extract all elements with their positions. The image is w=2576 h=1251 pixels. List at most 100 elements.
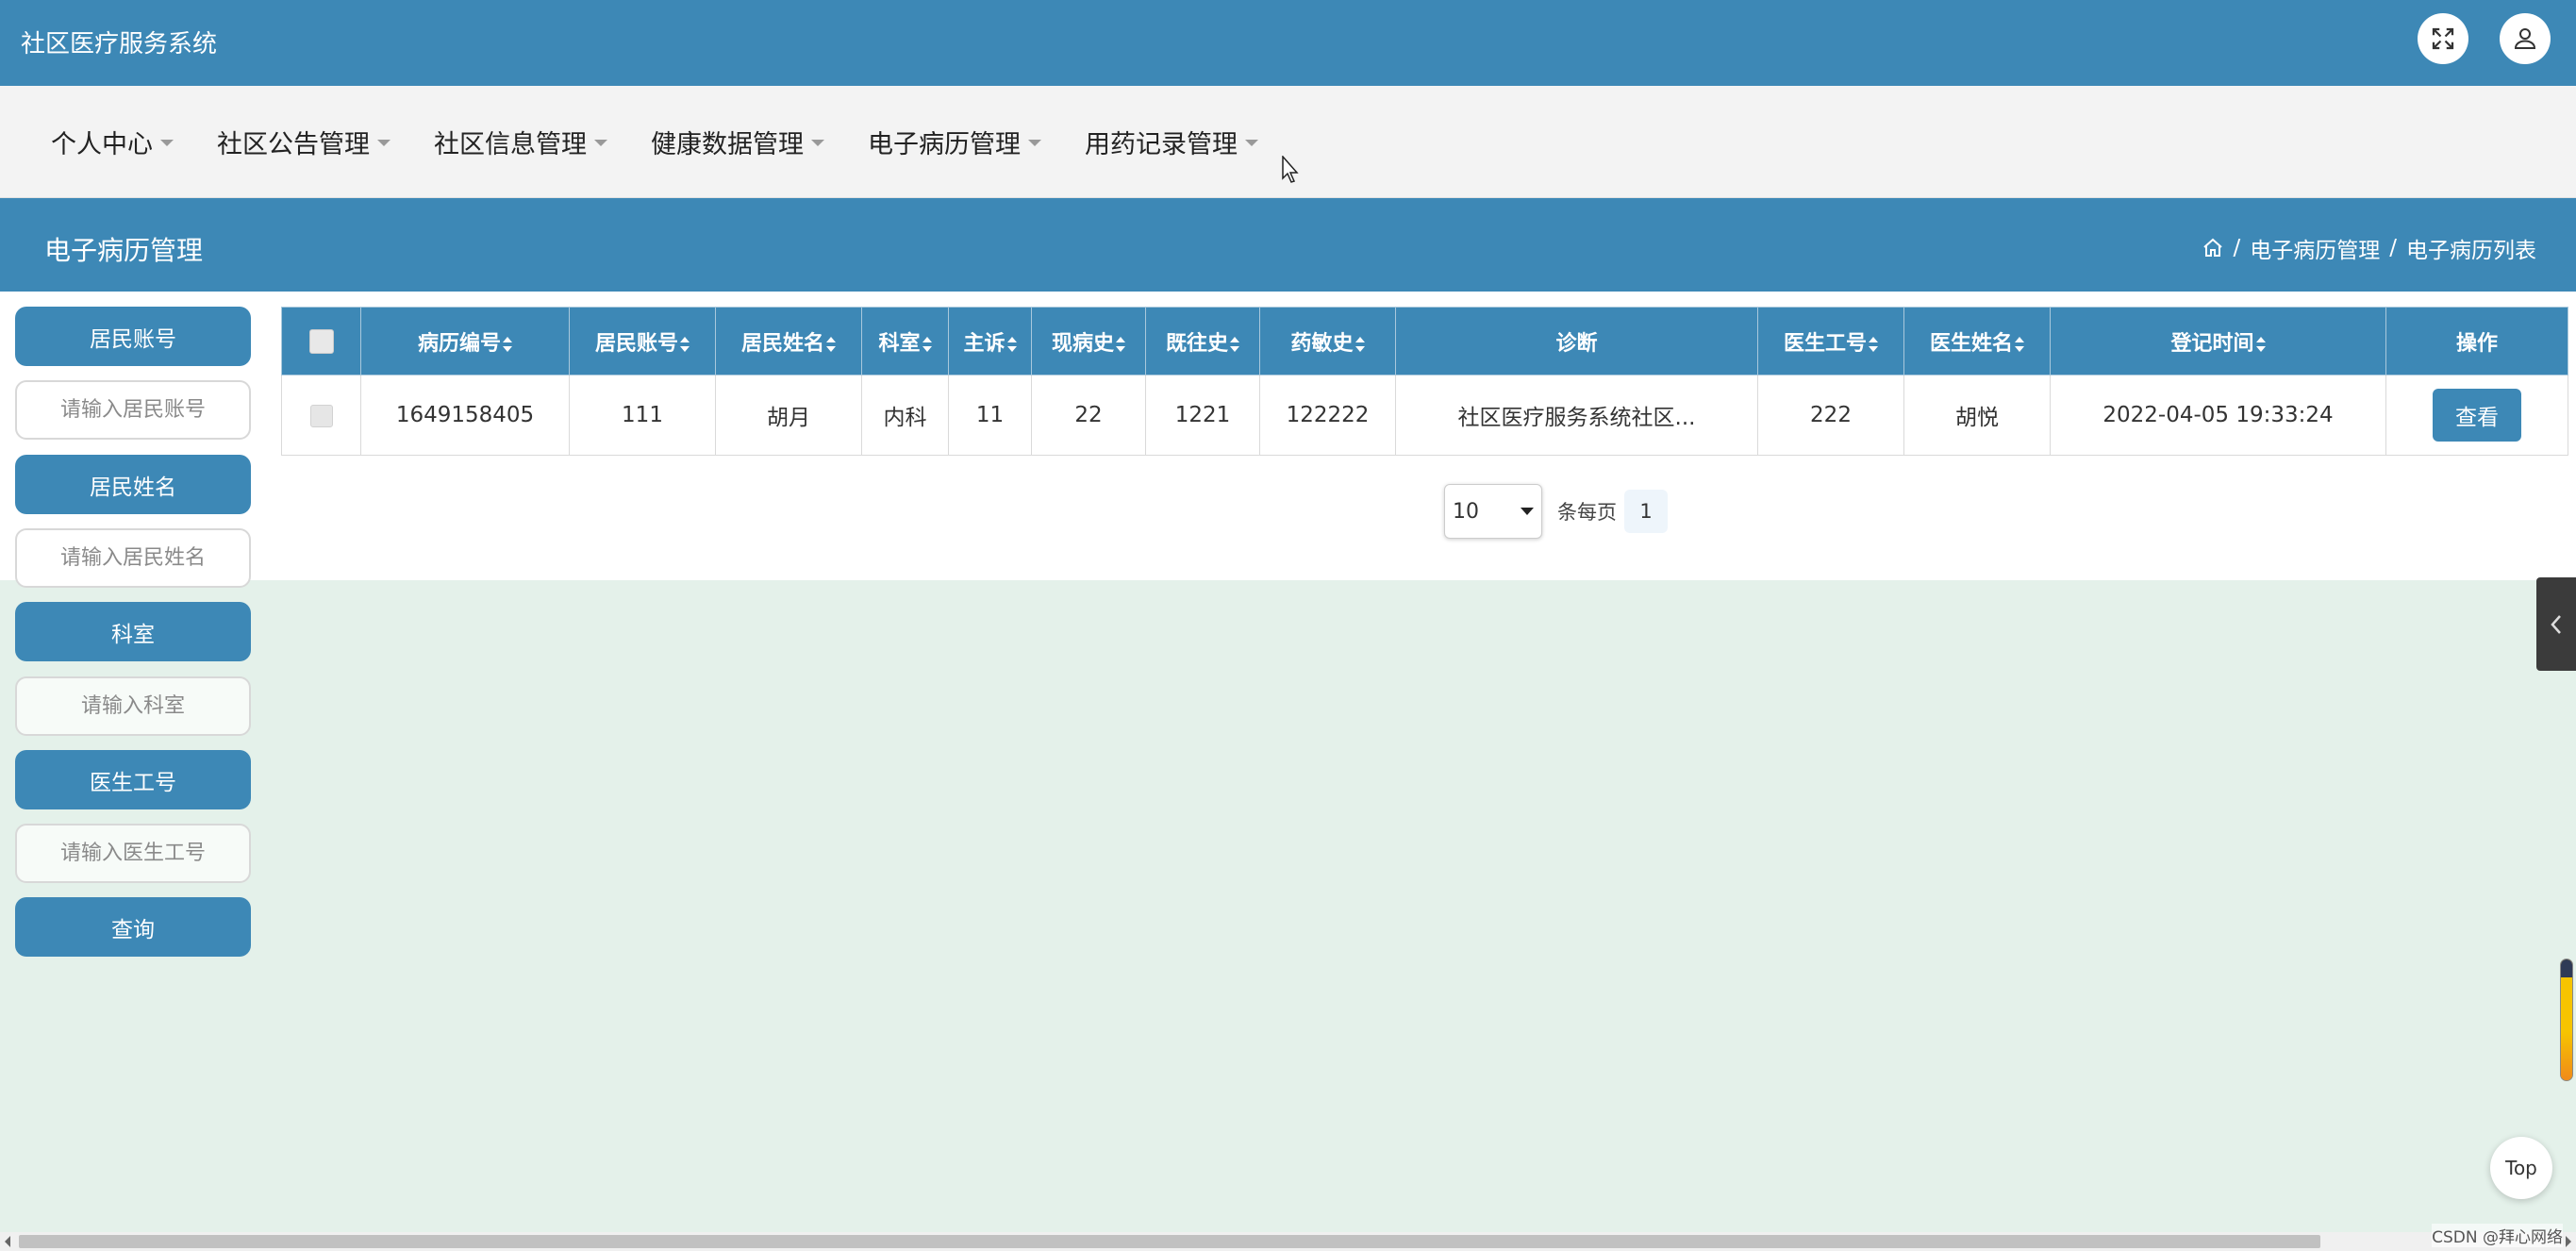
user-button[interactable]: [2500, 13, 2551, 64]
sort-icon[interactable]: [1869, 336, 1878, 352]
fullscreen-button[interactable]: [2418, 13, 2468, 64]
table-row: 1649158405 111 胡月 内科 11 22 1221 122222 社…: [281, 375, 2568, 456]
cell-present-history: 22: [1031, 375, 1146, 456]
column-header-actions: 操作: [2385, 307, 2568, 375]
nav-item-community-info[interactable]: 社区信息管理: [434, 124, 607, 160]
column-header-doctor-id[interactable]: 医生工号: [1757, 307, 1904, 375]
nav-item-health-data[interactable]: 健康数据管理: [651, 124, 824, 160]
cell-past-history: 1221: [1145, 375, 1260, 456]
scroll-left-arrow-icon[interactable]: [5, 1236, 10, 1247]
resident-account-input[interactable]: [15, 380, 251, 440]
breadcrumb-item-current: 电子病历列表: [2406, 239, 2536, 263]
caret-down-icon: [594, 140, 607, 146]
cell-allergy-history: 122222: [1259, 375, 1396, 456]
view-button[interactable]: 查看: [2433, 389, 2521, 442]
user-icon: [2514, 28, 2536, 49]
sort-icon[interactable]: [2015, 336, 2024, 352]
progress-fill: [2561, 959, 2572, 978]
column-header-past-history[interactable]: 既往史: [1145, 307, 1260, 375]
cell-register-time: 2022-04-05 19:33:24: [2050, 375, 2386, 456]
horizontal-scrollbar[interactable]: [0, 1232, 2576, 1251]
caret-down-icon: [1245, 140, 1258, 146]
nav-item-personal-center[interactable]: 个人中心: [51, 124, 174, 160]
select-all-cell: [281, 307, 361, 375]
cell-department: 内科: [861, 375, 949, 456]
page-number-button[interactable]: 1: [1624, 490, 1668, 533]
sort-icon[interactable]: [503, 336, 512, 352]
breadcrumb-separator: /: [2233, 236, 2241, 260]
home-icon[interactable]: [2202, 237, 2224, 259]
sort-icon[interactable]: [1006, 336, 1017, 352]
app-title: 社区医疗服务系统: [21, 30, 218, 58]
column-header-resident-account[interactable]: 居民账号: [569, 307, 716, 375]
nav-item-medication-records[interactable]: 用药记录管理: [1085, 124, 1258, 160]
per-page-label: 条每页: [1557, 501, 1617, 524]
search-button[interactable]: 查询: [15, 897, 251, 957]
cell-chief-complaint: 11: [948, 375, 1032, 456]
sort-icon[interactable]: [680, 336, 690, 352]
nav-item-label: 用药记录管理: [1085, 130, 1238, 159]
nav-item-medical-records[interactable]: 电子病历管理: [868, 124, 1041, 160]
chevron-left-icon: [2551, 614, 2561, 634]
row-checkbox[interactable]: [309, 404, 333, 427]
doctor-id-input[interactable]: [15, 824, 251, 883]
cell-doctor-name: 胡悦: [1903, 375, 2051, 456]
scroll-progress-indicator: [2560, 959, 2573, 1081]
sort-icon[interactable]: [1354, 336, 1365, 352]
back-to-top-button[interactable]: Top: [2490, 1137, 2552, 1199]
table-header-row: 病历编号 居民账号 居民姓名 科室 主诉 现病史 既往史 药敏史 诊断 医生工号…: [281, 307, 2568, 375]
nav-item-label: 个人中心: [51, 130, 153, 159]
caret-down-icon: [1028, 140, 1041, 146]
scrollbar-thumb[interactable]: [19, 1235, 2320, 1248]
scroll-right-arrow-icon[interactable]: [2566, 1236, 2571, 1247]
department-input[interactable]: [15, 676, 251, 736]
column-header-allergy-history[interactable]: 药敏史: [1259, 307, 1396, 375]
page-title: 电子病历管理: [44, 235, 204, 266]
column-header-record-no[interactable]: 病历编号: [360, 307, 570, 375]
records-table: 病历编号 居民账号 居民姓名 科室 主诉 现病史 既往史 药敏史 诊断 医生工号…: [281, 307, 2568, 456]
resident-account-label: 居民账号: [15, 307, 251, 366]
column-header-chief-complaint[interactable]: 主诉: [948, 307, 1032, 375]
page-size-value: 10: [1453, 499, 1479, 524]
column-header-doctor-name[interactable]: 医生姓名: [1903, 307, 2051, 375]
cell-actions: 查看: [2385, 375, 2568, 456]
cell-record-no: 1649158405: [360, 375, 570, 456]
caret-down-icon: [377, 140, 391, 146]
row-select-cell: [281, 375, 361, 456]
cell-resident-name: 胡月: [715, 375, 862, 456]
progress-gradient: [2561, 1031, 2572, 1080]
nav-item-label: 健康数据管理: [651, 130, 804, 159]
nav-item-announcements[interactable]: 社区公告管理: [217, 124, 391, 160]
section-header: 电子病历管理 / 电子病历管理 / 电子病历列表: [0, 198, 2576, 292]
caret-down-icon: [160, 140, 174, 146]
nav-item-label: 电子病历管理: [868, 130, 1021, 159]
page-size-select[interactable]: 10: [1444, 484, 1542, 539]
breadcrumb-separator: /: [2389, 236, 2397, 260]
resident-name-input[interactable]: [15, 528, 251, 588]
fullscreen-icon: [2432, 27, 2454, 50]
resident-name-label: 居民姓名: [15, 455, 251, 514]
main-nav: 个人中心 社区公告管理 社区信息管理 健康数据管理 电子病历管理 用药记录管理: [0, 86, 2576, 198]
breadcrumb-item[interactable]: 电子病历管理: [2250, 232, 2380, 264]
column-header-department[interactable]: 科室: [861, 307, 949, 375]
side-panel-toggle[interactable]: [2536, 577, 2576, 671]
column-header-diagnosis: 诊断: [1395, 307, 1758, 375]
records-table-wrap: 病历编号 居民账号 居民姓名 科室 主诉 现病史 既往史 药敏史 诊断 医生工号…: [281, 307, 2568, 456]
column-header-present-history[interactable]: 现病史: [1031, 307, 1146, 375]
pagination: 10 条每页 1: [1444, 484, 1668, 539]
cell-diagnosis: 社区医疗服务系统社区...: [1395, 375, 1758, 456]
nav-item-label: 社区公告管理: [217, 130, 370, 159]
sort-icon[interactable]: [1116, 336, 1125, 352]
column-header-register-time[interactable]: 登记时间: [2050, 307, 2386, 375]
department-label: 科室: [15, 602, 251, 661]
mouse-cursor-icon: [1282, 156, 1299, 183]
sort-icon[interactable]: [826, 336, 836, 352]
caret-down-icon: [811, 140, 824, 146]
breadcrumb: / 电子病历管理 / 电子病历列表: [2202, 232, 2536, 264]
nav-item-label: 社区信息管理: [434, 130, 587, 159]
sort-icon[interactable]: [2255, 336, 2266, 352]
column-header-resident-name[interactable]: 居民姓名: [715, 307, 862, 375]
sort-icon[interactable]: [1230, 336, 1239, 352]
sort-icon[interactable]: [922, 336, 932, 352]
select-all-checkbox[interactable]: [308, 328, 334, 354]
